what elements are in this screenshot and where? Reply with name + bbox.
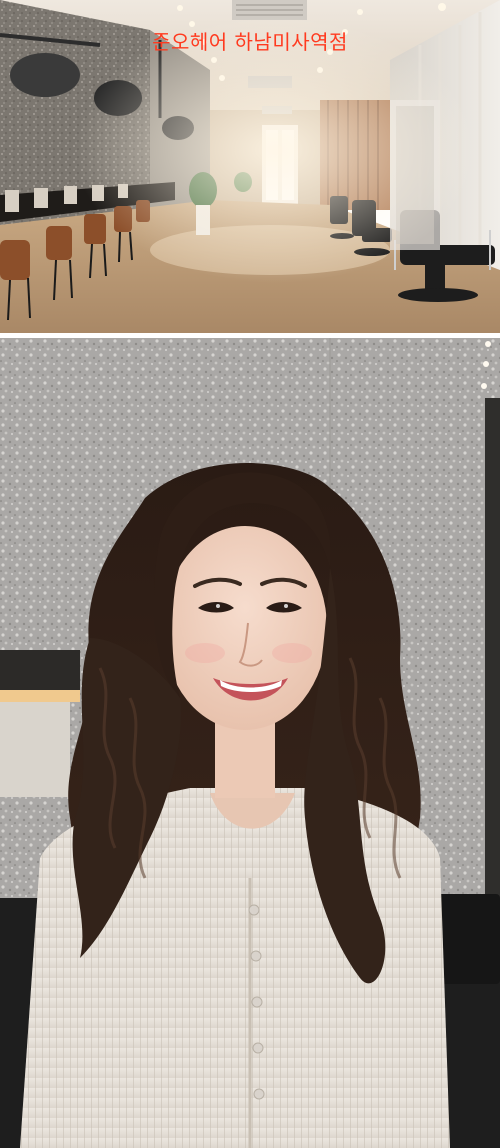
- portrait-photo: [0, 338, 500, 1148]
- photo-collage: 준오헤어 하남미사역점: [0, 0, 500, 1148]
- salon-caption: 준오헤어 하남미사역점: [152, 30, 348, 54]
- salon-interior-photo: 준오헤어 하남미사역점: [0, 0, 500, 333]
